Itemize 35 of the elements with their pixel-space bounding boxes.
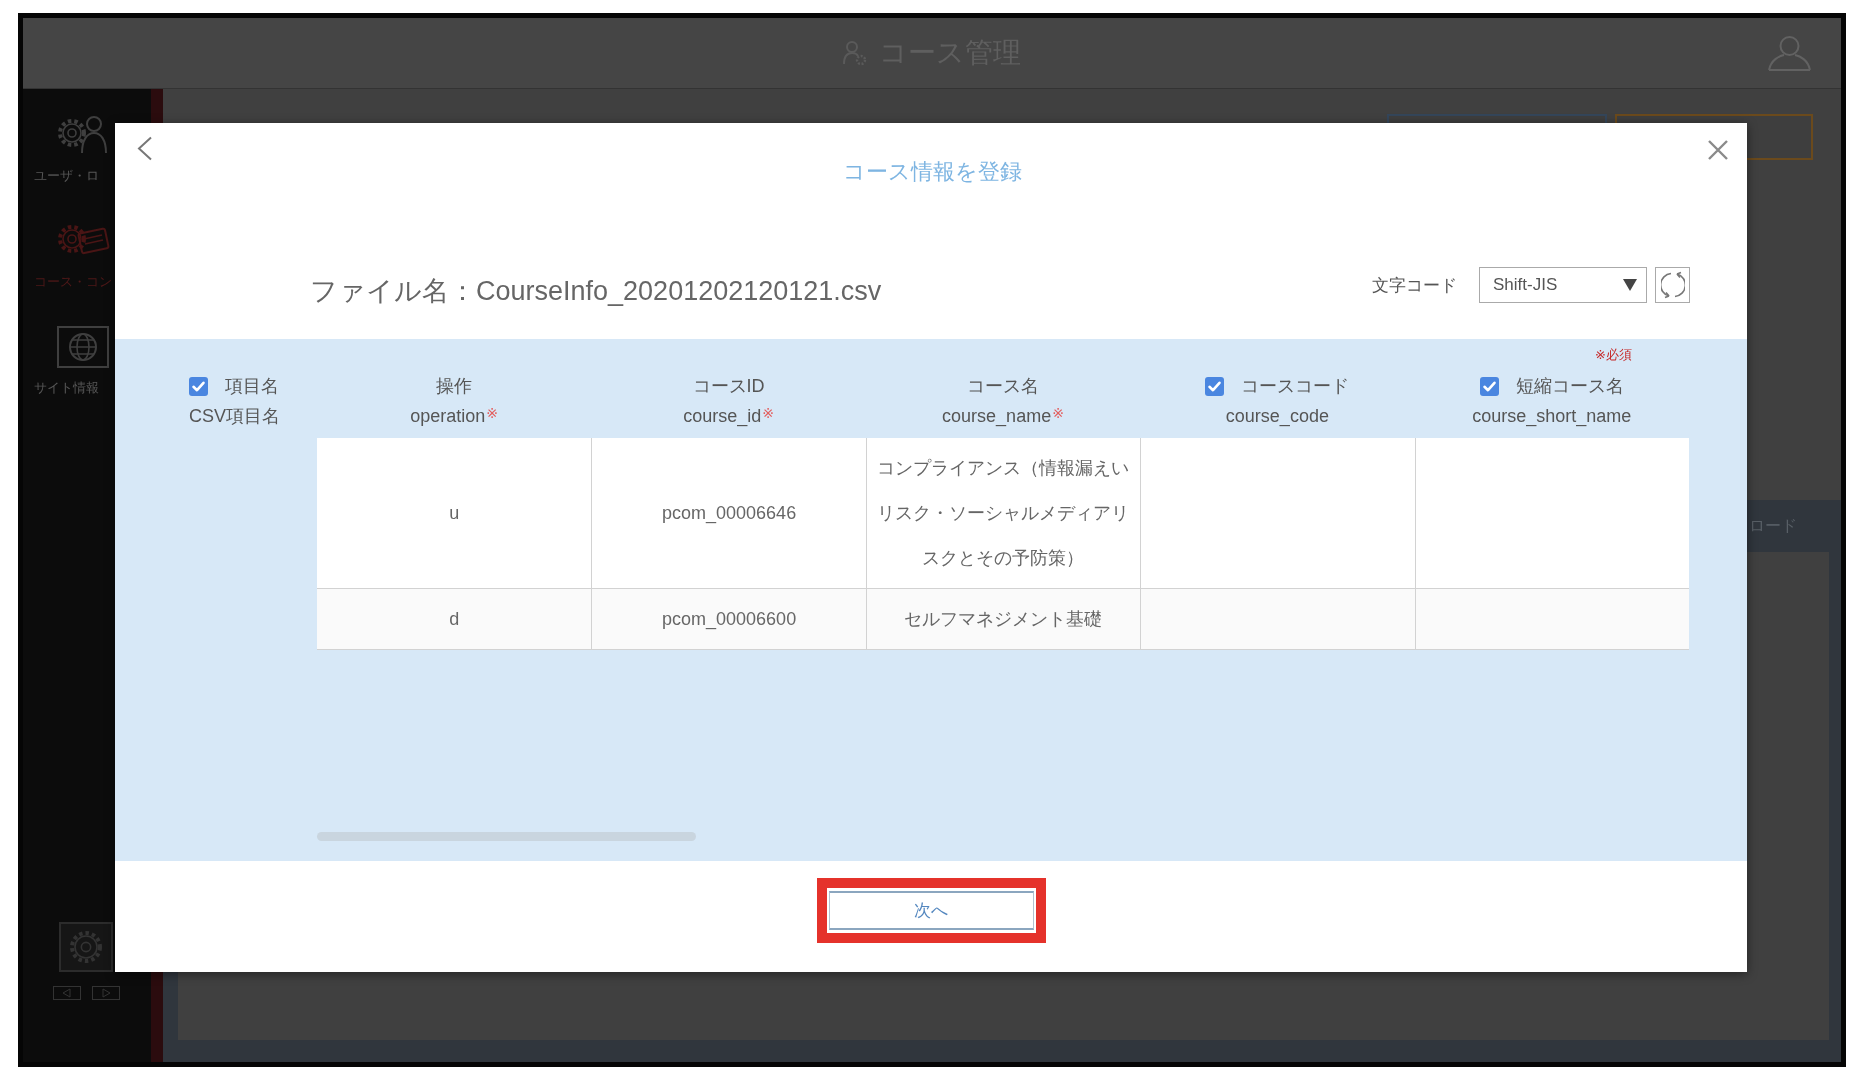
table-cell: セルフマネジメント基礎 <box>865 589 1141 650</box>
checkbox[interactable] <box>1205 376 1225 396</box>
csv-column-name: course_code <box>1225 405 1329 427</box>
next-button[interactable]: 次へ <box>828 891 1034 930</box>
column-name: コース名 <box>967 375 1039 398</box>
checkbox[interactable] <box>1479 376 1499 396</box>
caret-icon <box>1623 279 1637 291</box>
required-mark: ※ <box>762 406 774 420</box>
required-note: ※必須 <box>1595 346 1632 364</box>
refresh-icon <box>1660 271 1685 299</box>
encoding-select[interactable]: Shift-JIS <box>1479 267 1647 303</box>
back-icon[interactable] <box>136 136 153 161</box>
csv-column-name: operation <box>410 405 486 427</box>
close-icon[interactable] <box>1708 140 1728 160</box>
checkbox[interactable] <box>189 376 208 396</box>
globe-icon <box>56 325 110 369</box>
table-cell: d <box>317 589 592 650</box>
column-name: コースID <box>692 375 765 398</box>
column-name: 操作 <box>436 375 473 398</box>
dialog-title: コース情報を登録 <box>842 158 1022 186</box>
table-cell: pcom_00006600 <box>591 589 866 650</box>
column-name: コースコード <box>1241 375 1350 398</box>
header-label: 項目名 <box>225 375 279 398</box>
horizontal-scrollbar[interactable] <box>317 832 696 841</box>
sidebar-item[interactable]: サイト情報 <box>34 379 99 397</box>
csv-column-name: course_name <box>942 405 1052 427</box>
column-name: 短縮コース名 <box>1515 375 1624 398</box>
encoding-label: 文字コード <box>1372 274 1457 297</box>
refresh-button[interactable] <box>1655 267 1690 303</box>
required-mark: ※ <box>486 406 499 420</box>
header-label: CSV項目名 <box>189 405 280 428</box>
file-name: ファイル名：CourseInfo_20201202120121.csv <box>310 275 882 308</box>
csv-column-name: course_id <box>683 405 762 427</box>
required-mark: ※ <box>1052 406 1064 420</box>
csv-column-name: course_short_name <box>1472 405 1632 427</box>
